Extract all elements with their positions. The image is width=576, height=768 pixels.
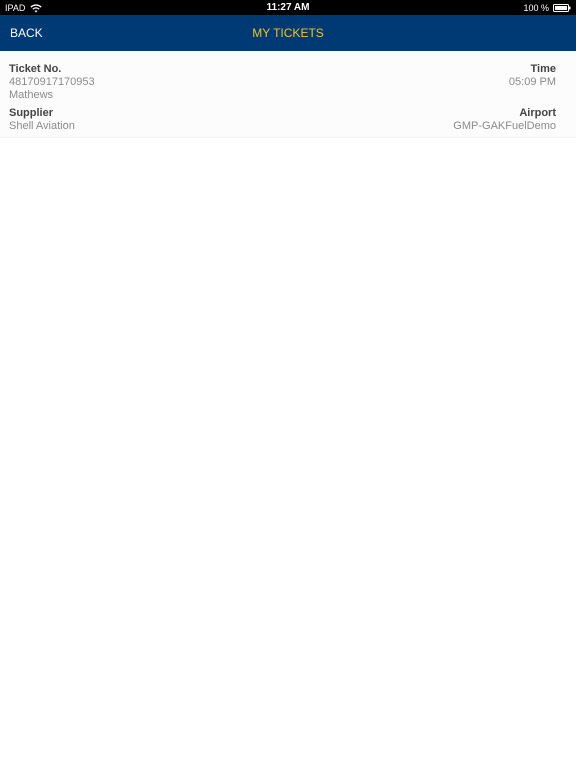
supplier-label: Supplier	[9, 107, 54, 119]
customer-name: Mathews	[9, 89, 54, 101]
time-label: Time	[530, 63, 556, 75]
ticket-row-customer: Mathews	[9, 89, 556, 102]
battery-icon	[553, 4, 571, 12]
airport-value: GMP-GAKFuelDemo	[453, 120, 556, 132]
ticket-no-label: Ticket No.	[9, 63, 62, 75]
status-bar: IPAD 11:27 AM 100 %	[0, 0, 576, 15]
ticket-row-header-2: Supplier Airport	[9, 107, 556, 120]
status-right: 100 %	[523, 3, 571, 13]
navigation-bar: BACK MY TICKETS	[0, 15, 576, 51]
page-title: MY TICKETS	[252, 26, 324, 40]
ticket-no-value: 48170917170953	[9, 76, 95, 88]
ticket-row-header-1: Ticket No. Time	[9, 63, 556, 76]
time-value: 05:09 PM	[508, 76, 556, 88]
status-time: 11:27 AM	[266, 2, 310, 13]
ticket-row-values-1: 48170917170953 05:09 PM	[9, 76, 556, 89]
supplier-value: Shell Aviation	[9, 120, 75, 132]
airport-label: Airport	[519, 107, 556, 119]
ticket-row-values-2: Shell Aviation GMP-GAKFuelDemo	[9, 120, 556, 133]
battery-percent: 100 %	[523, 3, 549, 13]
ticket-card[interactable]: Ticket No. Time 48170917170953 05:09 PM …	[0, 51, 576, 138]
